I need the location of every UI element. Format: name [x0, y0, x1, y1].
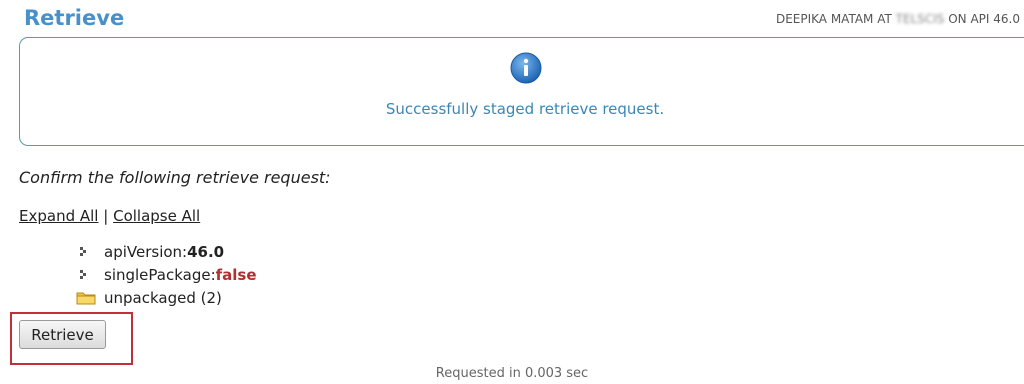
- tree-controls: Expand All | Collapse All: [19, 207, 200, 225]
- tree-item-label: unpackaged (2): [104, 288, 222, 307]
- info-icon: [510, 52, 542, 84]
- user-info-org-redacted: TELSCIS: [895, 12, 945, 26]
- tree-item-api-version: apiVersion: 46.0: [76, 240, 257, 263]
- retrieve-button[interactable]: Retrieve: [19, 320, 106, 349]
- tree-item-label: singlePackage:: [104, 265, 216, 284]
- user-info-suffix: ON API 46.0: [948, 12, 1020, 26]
- api-version-value: 46.0: [187, 242, 225, 261]
- page-title: Retrieve: [24, 6, 125, 30]
- tree-item-single-package: singlePackage: false: [76, 263, 257, 286]
- folder-icon: [76, 292, 96, 304]
- request-timing: Requested in 0.003 sec: [435, 366, 589, 381]
- success-message-text: Successfully staged retrieve request.: [385, 100, 665, 118]
- success-message-box: Successfully staged retrieve request.: [19, 37, 1024, 146]
- tree-item-unpackaged[interactable]: unpackaged (2): [76, 286, 257, 309]
- request-tree: apiVersion: 46.0 singlePackage: false un…: [76, 240, 257, 309]
- user-info-prefix: DEEPIKA MATAM AT: [775, 12, 892, 26]
- bullet-icon: [80, 246, 86, 256]
- single-package-value: false: [215, 265, 257, 284]
- bullet-icon: [80, 269, 86, 279]
- tree-controls-separator: |: [103, 207, 109, 225]
- tree-item-label: apiVersion:: [104, 242, 188, 261]
- collapse-all-link[interactable]: Collapse All: [113, 207, 200, 225]
- confirm-heading: Confirm the following retrieve request:: [19, 168, 331, 187]
- expand-all-link[interactable]: Expand All: [19, 207, 98, 225]
- user-info: DEEPIKA MATAM AT TELSCIS ON API 46.0: [776, 12, 1020, 26]
